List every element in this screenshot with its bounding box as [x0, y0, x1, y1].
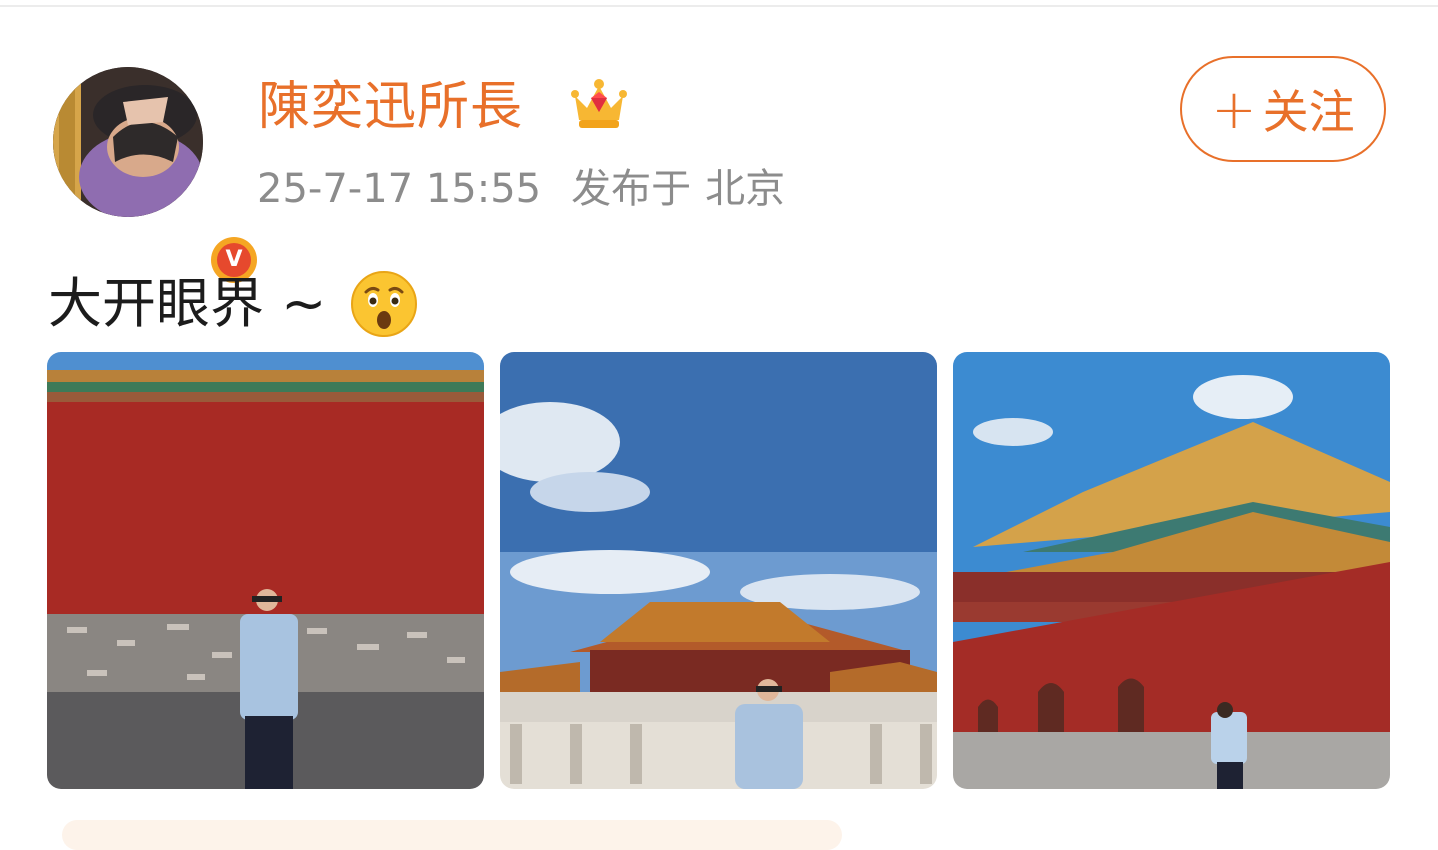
crown-icon — [571, 79, 627, 128]
top-divider — [0, 5, 1438, 7]
post-date: 25-7-17 15:55 — [257, 166, 542, 212]
plus-icon: + — [1211, 77, 1257, 141]
red-wall-photo[interactable] — [47, 352, 484, 789]
post-location[interactable]: 北京 — [705, 166, 785, 212]
follow-button[interactable]: + 关注 — [1180, 56, 1386, 162]
post-text: 大开眼界 ~ — [48, 272, 327, 335]
avatar[interactable]: V — [53, 67, 262, 288]
meridian-gate-photo[interactable] — [953, 352, 1390, 789]
surprised-face-icon — [351, 271, 417, 337]
username[interactable]: 陳奕迅所長 — [258, 74, 523, 140]
palace-hall-photo[interactable] — [500, 352, 937, 789]
bottom-chip[interactable] — [62, 820, 842, 850]
post-meta: 25-7-17 15:55 发布于 北京 — [257, 161, 785, 217]
follow-label: 关注 — [1262, 85, 1355, 139]
location-label: 发布于 — [571, 166, 692, 212]
avatar-image — [53, 67, 203, 217]
